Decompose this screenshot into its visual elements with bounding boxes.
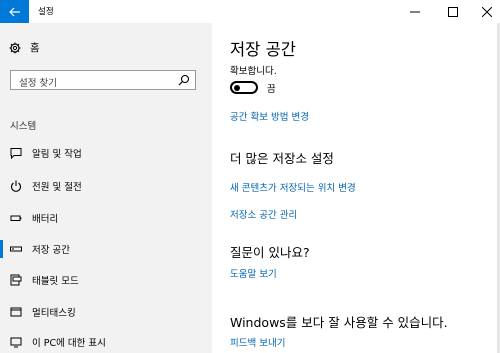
- sidebar-item-label: 태블릿 모드: [32, 276, 79, 287]
- active-indicator: [0, 240, 3, 258]
- battery-icon: [9, 211, 23, 225]
- more-settings-heading: 더 많은 저장소 설정: [230, 151, 334, 166]
- message-icon: [9, 146, 23, 160]
- sidebar-item-project[interactable]: 이 PC에 대한 표시: [0, 330, 212, 353]
- search-input[interactable]: 설정 찾기: [10, 70, 196, 90]
- save-location-link[interactable]: 새 콘텐츠가 저장되는 위치 변경: [230, 180, 356, 194]
- storage-sense-toggle[interactable]: [230, 81, 258, 94]
- close-icon: [482, 6, 492, 17]
- power-icon: [9, 179, 23, 193]
- section-label-system: 시스템: [10, 121, 37, 132]
- home-label: 홈: [30, 42, 40, 54]
- home-nav-item[interactable]: 홈: [9, 40, 40, 55]
- toggle-knob: [234, 84, 240, 91]
- maximize-button[interactable]: [436, 0, 470, 23]
- sidebar-item-label: 배터리: [32, 214, 59, 225]
- sidebar-item-label: 전원 및 절전: [32, 182, 82, 193]
- search-placeholder: 설정 찾기: [19, 78, 57, 89]
- better-windows-heading: Windows를 보다 잘 사용할 수 있습니다.: [230, 315, 448, 330]
- sidebar-item-notifications[interactable]: 알림 및 작업: [0, 141, 212, 165]
- partial-description: 확보합니다.: [230, 66, 277, 77]
- page-title: 저장 공간: [230, 40, 296, 59]
- project-icon: [9, 335, 23, 349]
- close-button[interactable]: [470, 0, 500, 23]
- sidebar-item-multitasking[interactable]: 멀티태스킹: [0, 300, 212, 324]
- feedback-link[interactable]: 피드백 보내기: [230, 335, 285, 349]
- sidebar-item-power[interactable]: 전원 및 절전: [0, 174, 212, 198]
- multitasking-icon: [9, 305, 23, 319]
- sidebar-item-storage[interactable]: 저장 공간: [0, 237, 212, 261]
- storage-icon: [9, 242, 23, 256]
- minimize-icon: [410, 11, 420, 12]
- gear-icon: [9, 42, 21, 53]
- sidebar-item-label: 이 PC에 대한 표시: [32, 338, 106, 349]
- minimize-button[interactable]: [398, 0, 432, 23]
- maximize-icon: [448, 6, 458, 17]
- back-button[interactable]: [0, 0, 29, 23]
- tablet-mode-icon: [9, 273, 23, 287]
- sidebar-item-battery[interactable]: 배터리: [0, 206, 212, 230]
- sidebar-item-label: 알림 및 작업: [32, 149, 82, 160]
- title-bar: 설정: [0, 0, 500, 23]
- help-link[interactable]: 도움말 보기: [230, 266, 277, 280]
- search-icon: [178, 74, 190, 86]
- sidebar-item-tablet-mode[interactable]: 태블릿 모드: [0, 268, 212, 292]
- sidebar: 홈 설정 찾기 시스템 알림 및 작업 전원 및 절전 배터리 저장 공간 태블…: [0, 23, 212, 353]
- free-space-link[interactable]: 공간 확보 방법 변경: [230, 109, 309, 123]
- sidebar-item-label: 멀티태스킹: [32, 308, 76, 319]
- main-content: 저장 공간 확보합니다. 끔 공간 확보 방법 변경 더 많은 저장소 설정 새…: [212, 23, 500, 353]
- toggle-state-label: 끔: [267, 84, 276, 95]
- manage-storage-spaces-link[interactable]: 저장소 공간 관리: [230, 207, 297, 221]
- question-heading: 질문이 있나요?: [230, 245, 310, 260]
- window-title: 설정: [38, 7, 54, 17]
- sidebar-item-label: 저장 공간: [32, 245, 70, 256]
- back-arrow-icon: [8, 7, 20, 16]
